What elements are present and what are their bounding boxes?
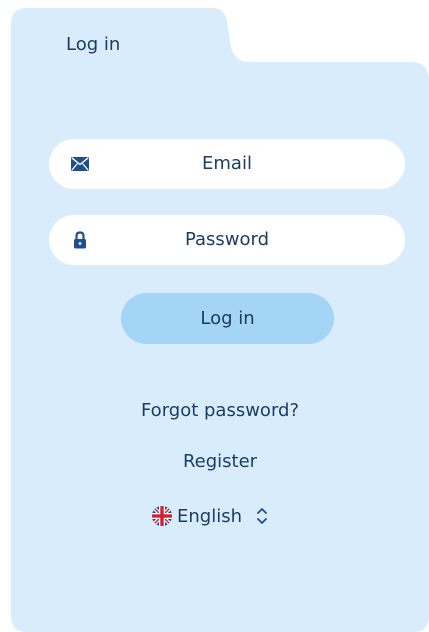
- language-label: English: [177, 505, 242, 527]
- language-selector[interactable]: English: [151, 502, 268, 530]
- login-tab[interactable]: Log in: [66, 34, 120, 55]
- login-button[interactable]: Log in: [121, 293, 334, 344]
- email-field[interactable]: Email: [49, 139, 405, 189]
- password-label: Password: [184, 229, 270, 250]
- chevron-up-down-icon: [256, 506, 268, 526]
- password-field[interactable]: Password: [49, 215, 405, 265]
- forgot-password-link[interactable]: Forgot password?: [11, 400, 429, 421]
- email-label: Email: [202, 153, 252, 174]
- uk-flag-icon: [151, 505, 173, 527]
- login-panel: Log in Email Password Log in Forgot pass…: [11, 0, 429, 632]
- register-link[interactable]: Register: [11, 451, 429, 472]
